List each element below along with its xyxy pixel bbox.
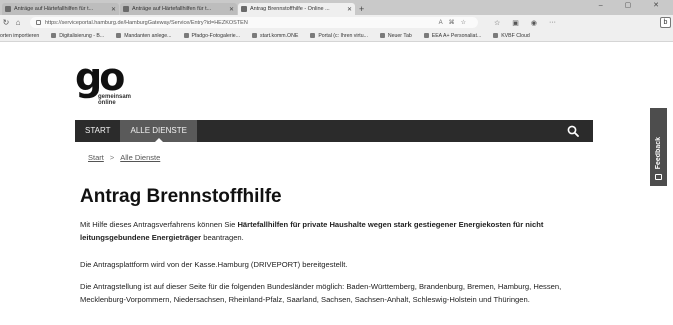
tab-title: Anträge auf Härtefallhilfen für t... bbox=[14, 6, 94, 12]
browser-tab[interactable]: Anträge auf Härtefallhilfen für t... ✕ bbox=[120, 3, 237, 15]
logo-word: go bbox=[75, 55, 125, 99]
nav-item-start[interactable]: START bbox=[75, 120, 120, 142]
favorites-item[interactable]: orten importieren bbox=[0, 33, 39, 39]
profile-avatar[interactable]: b bbox=[660, 17, 671, 28]
nav-item-alle-dienste[interactable]: ALLE DIENSTE bbox=[120, 120, 197, 142]
favorites-item[interactable]: Mandanten anlege... bbox=[116, 32, 172, 39]
favorites-item-label: Mandanten anlege... bbox=[124, 32, 172, 39]
url-text: https://serviceportal.hamburg.de/Hamburg… bbox=[45, 19, 248, 26]
favorites-item[interactable]: Neuer Tab bbox=[379, 32, 412, 39]
favorites-item-label: orten importieren bbox=[0, 32, 40, 39]
breadcrumb-start-link[interactable]: Start bbox=[88, 153, 104, 162]
favorites-item-label: Neuer Tab bbox=[387, 32, 412, 39]
favorites-item[interactable]: KVBF Cloud bbox=[493, 33, 530, 39]
favicon-icon bbox=[310, 33, 316, 38]
tab-close-icon[interactable]: ✕ bbox=[111, 6, 116, 13]
refresh-icon[interactable]: ↻ bbox=[0, 18, 12, 27]
platform-paragraph: Die Antragsplattform wird von der Kasse.… bbox=[80, 260, 348, 269]
browser-tab[interactable]: Anträge auf Härtefallhilfen für t... ✕ bbox=[2, 3, 119, 15]
feedback-label: Feedback bbox=[655, 136, 662, 169]
address-bar-icons[interactable]: A⌘☆ bbox=[439, 19, 472, 26]
favorites-item[interactable]: start.komm.ONE bbox=[251, 32, 299, 39]
browser-tab-bar: Anträge auf Härtefallhilfen für t... ✕ A… bbox=[0, 0, 673, 15]
breadcrumb: Start > Alle Dienste bbox=[88, 153, 160, 162]
favorites-item-label: KVBF Cloud bbox=[501, 32, 530, 39]
tab-favicon-icon bbox=[123, 6, 129, 12]
intro-text: Mit Hilfe dieses Antragsverfahrens könne… bbox=[80, 220, 238, 229]
logo-subtitle: gemeinsam online bbox=[98, 94, 131, 106]
more-menu-icon[interactable]: ··· bbox=[549, 19, 556, 27]
states-paragraph: Die Antragstellung ist auf dieser Seite … bbox=[80, 282, 562, 304]
favorites-item-label: Portal (c: Ihren virtu... bbox=[318, 32, 368, 39]
go-logo[interactable]: go gemeinsam online bbox=[75, 55, 131, 106]
intro-paragraph: Mit Hilfe dieses Antragsverfahrens könne… bbox=[80, 218, 600, 244]
new-tab-button[interactable]: + bbox=[359, 3, 364, 15]
favorites-bar: orten importieren Digitalisierung - B...… bbox=[0, 30, 673, 42]
page-title: Antrag Brennstoffhilfe bbox=[80, 186, 282, 207]
search-icon[interactable] bbox=[567, 125, 579, 137]
favicon-icon bbox=[116, 33, 122, 38]
address-row: ↻ ⌂ https://serviceportal.hamburg.de/Ham… bbox=[0, 15, 673, 30]
main-navigation: START ALLE DIENSTE bbox=[75, 120, 593, 142]
extensions-icon[interactable]: ◉ bbox=[531, 19, 537, 27]
favorites-item-label: start.komm.ONE bbox=[259, 32, 299, 39]
favorites-item-label: EEA A+ Personaliat... bbox=[431, 32, 482, 39]
favicon-icon bbox=[379, 33, 385, 38]
favorites-item-label: Digitalisierung - B... bbox=[59, 32, 105, 39]
browser-tab-active[interactable]: Antrag Brennstoffhilfe - Online ... ✕ bbox=[238, 3, 355, 15]
favicon-icon bbox=[183, 33, 189, 38]
favorites-item[interactable]: Pfadgo-Fotogalerie... bbox=[183, 32, 240, 39]
breadcrumb-separator: > bbox=[109, 153, 115, 162]
window-controls[interactable]: – ▢ ✕ bbox=[599, 1, 669, 9]
favorites-star-icon[interactable]: ☆ bbox=[494, 19, 500, 27]
favorites-item[interactable]: EEA A+ Personaliat... bbox=[423, 32, 482, 39]
favicon-icon bbox=[423, 33, 429, 38]
breadcrumb-alle-dienste-link[interactable]: Alle Dienste bbox=[120, 153, 160, 162]
home-icon[interactable]: ⌂ bbox=[12, 18, 24, 27]
favicon-icon bbox=[51, 33, 57, 38]
favorites-item[interactable]: Portal (c: Ihren virtu... bbox=[310, 33, 368, 39]
favicon-icon bbox=[251, 33, 257, 38]
tab-close-icon[interactable]: ✕ bbox=[229, 6, 234, 13]
lock-icon bbox=[36, 20, 41, 25]
toolbar-icons: ☆ ▣ ◉ ··· bbox=[488, 19, 562, 27]
tab-title: Antrag Brennstoffhilfe - Online ... bbox=[250, 6, 330, 12]
favorites-item-label: Pfadgo-Fotogalerie... bbox=[191, 32, 240, 39]
favorites-item[interactable]: Digitalisierung - B... bbox=[51, 33, 104, 39]
intro-text: beantragen. bbox=[201, 233, 244, 242]
address-bar[interactable]: https://serviceportal.hamburg.de/Hamburg… bbox=[30, 17, 478, 28]
tab-title: Anträge auf Härtefallhilfen für t... bbox=[132, 6, 212, 12]
tab-close-icon[interactable]: ✕ bbox=[347, 6, 352, 13]
logo-subtitle-line: online bbox=[98, 100, 116, 106]
tab-favicon-icon bbox=[5, 6, 11, 12]
favicon-icon bbox=[493, 33, 499, 38]
feedback-button[interactable]: Feedback bbox=[650, 108, 667, 186]
feedback-icon bbox=[655, 174, 662, 180]
tab-favicon-icon bbox=[241, 6, 247, 12]
collections-icon[interactable]: ▣ bbox=[512, 19, 519, 27]
